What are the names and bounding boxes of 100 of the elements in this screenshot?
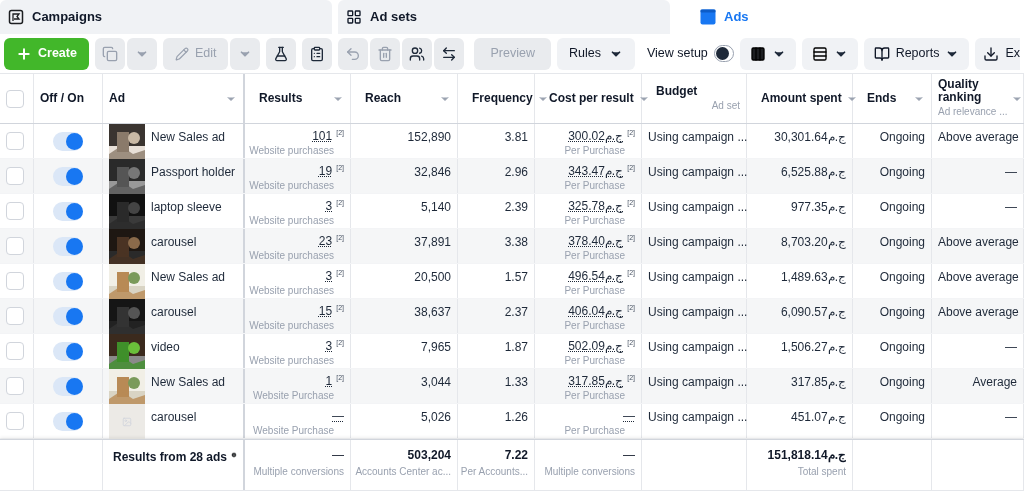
window-icon [700,9,716,25]
metric-value[interactable]: 378.40ج.م [568,232,624,250]
metric-value[interactable]: 3 [325,267,333,285]
table-cell: 1,489.63ج.م [780,270,846,284]
table-cell: — [1005,410,1017,424]
metric-label: Per Purchase [564,285,626,297]
row-checkbox[interactable] [6,377,24,395]
select-all-checkbox[interactable] [6,89,24,108]
row-checkbox[interactable] [6,412,24,430]
rules-button[interactable]: Rules [556,37,635,70]
copy-icon [101,45,118,62]
clipboard-button[interactable] [302,37,333,70]
metric-value[interactable]: 19 [318,162,333,180]
total-value: 503,204 [407,447,451,464]
grid-icon [346,9,362,25]
metric-label: Website purchases [249,285,335,297]
row-checkbox[interactable] [6,202,24,220]
metric-value[interactable]: — [623,407,635,425]
column-header[interactable]: Ad [109,92,221,105]
on-off-toggle[interactable] [53,306,83,326]
ad-name-link[interactable]: New Sales ad [151,373,226,391]
total-value: 151,818.14ج.م [767,447,846,464]
tab[interactable]: Campaigns [0,0,332,34]
table-cell: 32,846 [414,165,451,179]
on-off-toggle[interactable] [53,201,83,221]
column-header[interactable]: Reach [357,92,435,105]
metric-value[interactable]: 343.47ج.م [568,162,624,180]
info-icon[interactable] [231,449,237,461]
people-icon [409,45,426,62]
metric-value[interactable]: 101 [312,127,333,145]
view-setup-toggle[interactable] [713,45,734,62]
column-header[interactable]: Quality ranking [938,78,1008,104]
column-header[interactable]: Budget [648,84,740,98]
table-cell: Using campaign ... [648,410,748,424]
export-button[interactable]: Ex [975,37,1020,70]
row-checkbox[interactable] [6,237,24,255]
row-checkbox[interactable] [6,342,24,360]
column-header[interactable]: Results [251,92,328,105]
row-checkbox[interactable] [6,132,24,150]
metric-label: Per Purchase [564,355,626,367]
ad-name-link[interactable]: carousel [151,303,197,321]
on-off-toggle[interactable] [53,271,83,291]
total-value: — [332,447,344,464]
metric-value[interactable]: 23 [318,232,333,250]
metric-value[interactable]: 317.85ج.م [568,372,624,390]
audience-button[interactable] [402,37,433,70]
row-checkbox[interactable] [6,167,24,185]
table-cell: Using campaign ... [648,340,748,354]
table-cell: 2.96 [504,165,528,179]
ad-name-link[interactable]: carousel [151,408,197,426]
table-cell: 30,301.64ج.م [774,130,846,144]
columns-button[interactable] [739,37,796,70]
metric-value[interactable]: 325.78ج.م [568,197,624,215]
plus-icon [16,45,32,62]
row-checkbox[interactable] [6,272,24,290]
on-off-toggle[interactable] [53,236,83,256]
table-cell: Above average [938,305,1019,319]
reports-button[interactable]: Reports [863,37,970,70]
metric-value[interactable]: 3 [325,197,333,215]
metric-value[interactable]: 3 [325,337,333,355]
ad-name-link[interactable]: carousel [151,233,197,251]
table-cell: Above average [938,130,1019,144]
column-header[interactable]: Cost per result [541,92,634,105]
dropdown-button[interactable] [230,37,261,70]
test-button[interactable] [266,37,297,70]
on-off-toggle[interactable] [53,376,83,396]
total-label: Total spent [797,465,846,479]
table-cell: 977.35ج.م [790,200,846,214]
table-cell: 317.85ج.م [790,375,846,389]
ad-name-link[interactable]: New Sales ad [151,128,226,146]
metric-value[interactable]: 15 [318,302,333,320]
metric-value[interactable]: 502.09ج.م [568,337,624,355]
table-cell: 8,703.20ج.م [780,235,846,249]
tab[interactable]: Ad sets [338,0,670,34]
metric-value[interactable]: 1 [325,372,333,390]
on-off-toggle[interactable] [53,341,83,361]
table-cell: Ongoing [879,305,925,319]
metric-label: Website purchases [249,180,335,192]
on-off-toggle[interactable] [53,411,83,431]
on-off-toggle[interactable] [53,131,83,151]
row-checkbox[interactable] [6,307,24,325]
column-header[interactable]: Frequency [464,92,533,105]
column-header[interactable]: Off / On [40,92,96,105]
table-cell: Using campaign ... [648,200,748,214]
column-header[interactable]: Ends [859,92,909,105]
metric-value[interactable]: 496.54ج.م [568,267,624,285]
breakdown-button[interactable] [801,37,858,70]
swap-button[interactable] [434,37,465,70]
ad-name-link[interactable]: video [151,338,180,356]
metric-label: Website purchases [249,145,335,157]
ad-name-link[interactable]: laptop sleeve [151,198,222,216]
metric-value[interactable]: 406.04ج.م [568,302,624,320]
table-cell: 7,965 [420,340,451,354]
on-off-toggle[interactable] [53,166,83,186]
metric-value[interactable]: — [332,407,344,425]
column-header[interactable]: Amount spent [753,92,842,105]
dropdown-button[interactable] [126,37,157,70]
metric-value[interactable]: 300.02ج.م [568,127,624,145]
ad-name-link[interactable]: New Sales ad [151,268,226,286]
ad-name-link[interactable]: Passport holder [151,163,236,181]
